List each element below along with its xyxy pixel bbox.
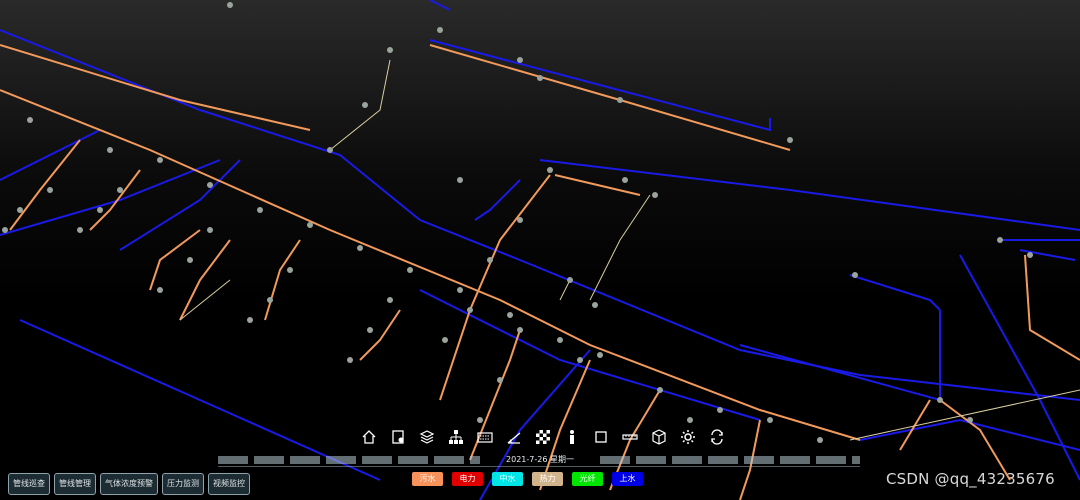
pipeline-inspection-button[interactable]: 管线巡查 [8, 473, 50, 495]
layers-icon [419, 430, 435, 444]
legend-reclaimed-water[interactable]: 中水 [492, 472, 523, 486]
decorative-stripe-left [218, 456, 480, 464]
home-tool-button[interactable] [358, 426, 380, 448]
date-display: 2021-7-26 星期一 [506, 455, 574, 464]
network-tool-button[interactable] [445, 426, 467, 448]
refresh-icon [711, 429, 723, 445]
network-icon [449, 430, 463, 444]
checkerboard-icon [536, 430, 550, 444]
cube-icon [652, 429, 666, 445]
cube-tool-button[interactable] [648, 426, 670, 448]
gas-concentration-alert-button[interactable]: 气体浓度预警 [100, 473, 158, 495]
function-buttons: 管线巡查 管线管理 气体浓度预警 压力监测 视频监控 [8, 473, 250, 495]
legend-water-supply[interactable]: 上水 [612, 472, 643, 486]
decorative-stripe-right [600, 456, 860, 464]
checkerboard-tool-button[interactable] [532, 426, 554, 448]
legend-power[interactable]: 电力 [452, 472, 483, 486]
home-icon [362, 430, 376, 444]
document-tool-button[interactable] [387, 426, 409, 448]
gear-tool-button[interactable] [677, 426, 699, 448]
legend-sewage[interactable]: 污水 [412, 472, 443, 486]
pressure-monitoring-button[interactable]: 压力监测 [162, 473, 204, 495]
map-toolbar [352, 424, 734, 450]
ruler-angle-icon [507, 432, 521, 444]
legend-heating[interactable]: 热力 [532, 472, 563, 486]
square-icon [595, 431, 607, 443]
legend-fiber[interactable]: 光纤 [572, 472, 603, 486]
pipeline-management-button[interactable]: 管线管理 [54, 473, 96, 495]
person-tool-button[interactable] [561, 426, 583, 448]
layers-tool-button[interactable] [416, 426, 438, 448]
measure-icon [622, 434, 638, 440]
gear-icon [681, 430, 695, 444]
square-tool-button[interactable] [590, 426, 612, 448]
video-surveillance-button[interactable]: 视频监控 [208, 473, 250, 495]
watermark-text: CSDN @qq_43235676 [886, 470, 1055, 488]
measure-tool-button[interactable] [619, 426, 641, 448]
keyboard-tool-button[interactable] [474, 426, 496, 448]
pipe-legend: 污水 电力 中水 热力 光纤 上水 [412, 472, 643, 486]
ruler-angle-tool-button[interactable] [503, 426, 525, 448]
keyboard-icon [477, 432, 493, 443]
document-icon [392, 430, 404, 444]
refresh-tool-button[interactable] [706, 426, 728, 448]
person-icon [570, 430, 574, 444]
